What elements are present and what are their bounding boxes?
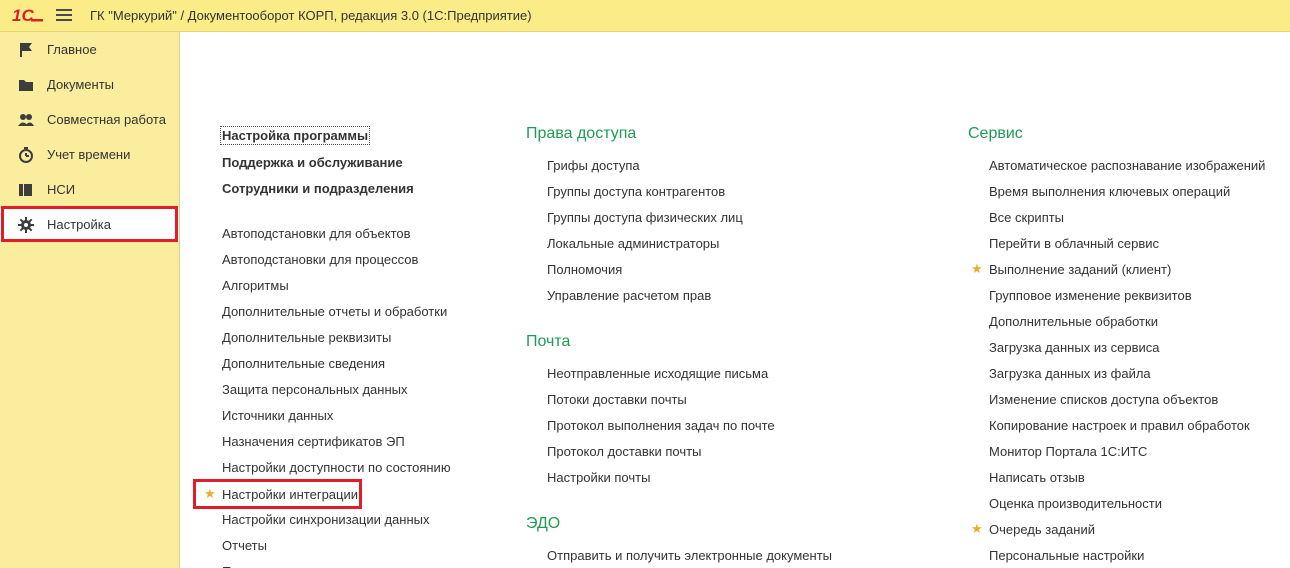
sidebar-item-main[interactable]: Главное bbox=[0, 32, 179, 67]
link-copy-settings[interactable]: Копирование настроек и правил обработок bbox=[989, 418, 1250, 433]
sidebar-item-label: Учет времени bbox=[47, 147, 131, 162]
link-sync-settings[interactable]: Настройки синхронизации данных bbox=[222, 512, 430, 527]
link-unsent-mail[interactable]: Неотправленные исходящие письма bbox=[547, 366, 768, 381]
link-access-labels[interactable]: Грифы доступа bbox=[547, 158, 640, 173]
link-data-sources[interactable]: Источники данных bbox=[222, 408, 333, 423]
link-integration-settings[interactable]: Настройки интеграции bbox=[222, 487, 358, 502]
link-personal-settings[interactable]: Персональные настройки bbox=[989, 548, 1144, 563]
favorite-star-icon[interactable]: ★ bbox=[971, 261, 983, 277]
link-mail-streams[interactable]: Потоки доставки почты bbox=[547, 392, 687, 407]
link-additional-attributes[interactable]: Дополнительные реквизиты bbox=[222, 330, 391, 345]
link-reports[interactable]: Отчеты bbox=[222, 538, 267, 553]
link-counterparty-groups[interactable]: Группы доступа контрагентов bbox=[547, 184, 725, 199]
link-load-from-service[interactable]: Загрузка данных из сервиса bbox=[989, 340, 1160, 355]
link-algorithms[interactable]: Алгоритмы bbox=[222, 278, 289, 293]
link-rights-calculation[interactable]: Управление расчетом прав bbox=[547, 288, 711, 303]
link-group-change[interactable]: Групповое изменение реквизитов bbox=[989, 288, 1192, 303]
link-feedback[interactable]: Написать отзыв bbox=[989, 470, 1085, 485]
users-icon bbox=[18, 114, 34, 126]
link-load-from-file[interactable]: Загрузка данных из файла bbox=[989, 366, 1151, 381]
sidebar-item-label: Настройка bbox=[47, 217, 111, 232]
clock-icon bbox=[19, 147, 33, 163]
gear-icon bbox=[18, 217, 34, 233]
link-mail-tasks-log[interactable]: Протокол выполнения задач по почте bbox=[547, 418, 775, 433]
link-image-recognition[interactable]: Автоматическое распознавание изображений bbox=[989, 158, 1265, 173]
link-cloud-service[interactable]: Перейти в облачный сервис bbox=[989, 236, 1159, 251]
link-access-lists[interactable]: Изменение списков доступа объектов bbox=[989, 392, 1218, 407]
sidebar-item-time-tracking[interactable]: Учет времени bbox=[0, 137, 179, 172]
sidebar-item-label: Совместная работа bbox=[47, 112, 166, 127]
folder-icon bbox=[19, 80, 33, 91]
reference-book-icon bbox=[19, 184, 32, 196]
section-title-service: Сервис bbox=[968, 125, 1023, 142]
link-employees[interactable]: Сотрудники и подразделения bbox=[222, 181, 414, 196]
flag-icon bbox=[20, 43, 32, 57]
link-additional-processing[interactable]: Дополнительные обработки bbox=[989, 314, 1158, 329]
link-authorities[interactable]: Полномочия bbox=[547, 262, 622, 277]
link-program-settings[interactable]: Настройка программы bbox=[219, 126, 371, 145]
link-mail-settings[interactable]: Настройки почты bbox=[547, 470, 650, 485]
window-title: ГК "Меркурий" / Документооборот КОРП, ре… bbox=[90, 8, 532, 23]
sidebar-item-collaboration[interactable]: Совместная работа bbox=[0, 102, 179, 137]
link-performance[interactable]: Оценка производительности bbox=[989, 496, 1162, 511]
sidebar-item-label: Главное bbox=[47, 42, 97, 57]
link-its-monitor[interactable]: Монитор Портала 1С:ИТС bbox=[989, 444, 1147, 459]
link-availability-settings[interactable]: Настройки доступности по состоянию bbox=[222, 460, 451, 475]
title-bar: 1С ГК "Меркурий" / Документооборот КОРП,… bbox=[0, 0, 1290, 32]
link-individual-groups[interactable]: Группы доступа физических лиц bbox=[547, 210, 743, 225]
link-job-queue[interactable]: Очередь заданий bbox=[989, 522, 1095, 537]
1c-logo[interactable]: 1С bbox=[12, 6, 44, 24]
link-edo-exchange[interactable]: Отправить и получить электронные докумен… bbox=[547, 548, 832, 563]
hamburger-menu-icon[interactable] bbox=[56, 9, 72, 22]
favorite-star-icon[interactable]: ★ bbox=[971, 521, 983, 537]
link-all-scripts[interactable]: Все скрипты bbox=[989, 210, 1064, 225]
link-additional-info[interactable]: Дополнительные сведения bbox=[222, 356, 385, 371]
sidebar-item-reference[interactable]: НСИ bbox=[0, 172, 179, 207]
section-title-edo: ЭДО bbox=[526, 515, 561, 532]
main-content: Настройка программы Поддержка и обслужив… bbox=[180, 32, 1290, 568]
sidebar-item-settings[interactable]: Настройка bbox=[0, 207, 179, 242]
link-local-admins[interactable]: Локальные администраторы bbox=[547, 236, 719, 251]
sidebar-item-documents[interactable]: Документы bbox=[0, 67, 179, 102]
sidebar-item-label: НСИ bbox=[47, 182, 76, 197]
link-additional-reports[interactable]: Дополнительные отчеты и обработки bbox=[222, 304, 447, 319]
link-personal-data[interactable]: Защита персональных данных bbox=[222, 382, 408, 397]
link-support[interactable]: Поддержка и обслуживание bbox=[222, 155, 403, 170]
link-autosubst-processes[interactable]: Автоподстановки для процессов bbox=[222, 252, 418, 267]
favorite-star-icon[interactable]: ★ bbox=[204, 486, 216, 502]
sidebar: Главное Документы Совместная работа Учет… bbox=[0, 32, 180, 568]
link-client-jobs[interactable]: Выполнение заданий (клиент) bbox=[989, 262, 1171, 277]
link-mail-delivery-log[interactable]: Протокол доставки почты bbox=[547, 444, 701, 459]
link-autosubst-objects[interactable]: Автоподстановки для объектов bbox=[222, 226, 411, 241]
section-title-access-rights: Права доступа bbox=[526, 125, 637, 142]
link-cutoff[interactable]: П bbox=[222, 564, 231, 568]
sidebar-item-label: Документы bbox=[47, 77, 115, 92]
section-title-mail: Почта bbox=[526, 333, 571, 350]
link-certificates[interactable]: Назначения сертификатов ЭП bbox=[222, 434, 405, 449]
link-key-operations[interactable]: Время выполнения ключевых операций bbox=[989, 184, 1230, 199]
